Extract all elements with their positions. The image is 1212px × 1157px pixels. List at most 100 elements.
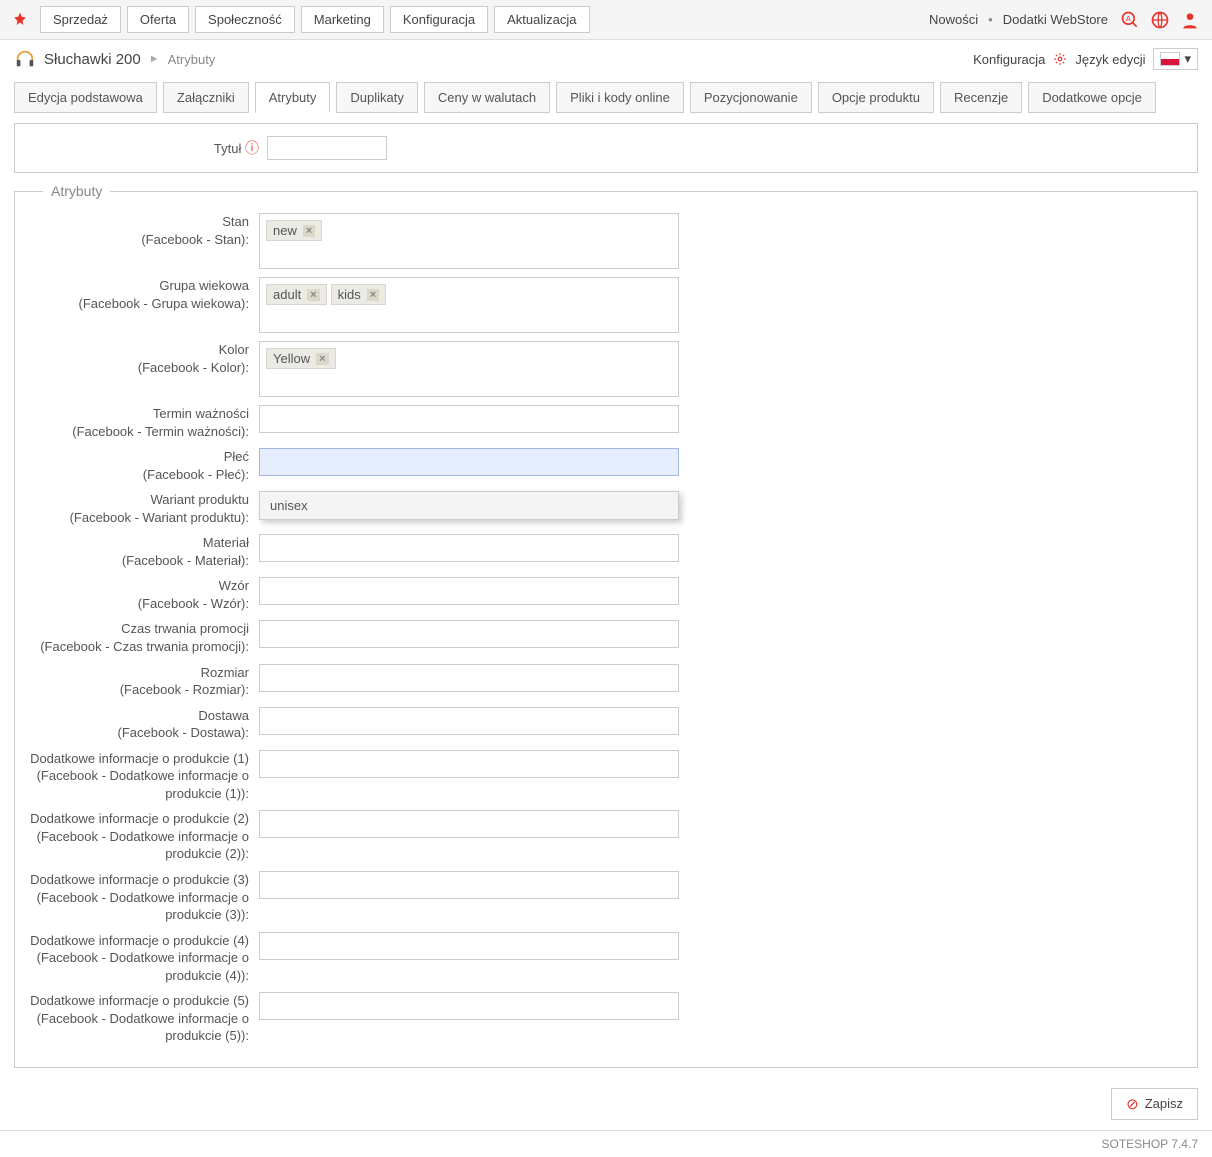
attr-row: Grupa wiekowa(Facebook - Grupa wiekowa):…: [29, 277, 1183, 333]
version-text: SOTESHOP 7.4.7: [0, 1131, 1212, 1157]
text-input[interactable]: [259, 932, 679, 960]
attr-row: Płeć(Facebook - Płeć):: [29, 448, 1183, 483]
gear-icon[interactable]: [1053, 52, 1067, 66]
title-label: Tytuł ⓘ: [29, 138, 259, 158]
text-input[interactable]: [259, 992, 679, 1020]
tag: adult×: [266, 284, 327, 305]
attr-row: Kolor(Facebook - Kolor): Yellow×: [29, 341, 1183, 397]
tab-zalaczniki[interactable]: Załączniki: [163, 82, 249, 113]
link-nowosci[interactable]: Nowości: [929, 12, 978, 27]
attr-row: Wzór(Facebook - Wzór):: [29, 577, 1183, 612]
attr-label: Kolor(Facebook - Kolor):: [29, 341, 259, 376]
menu-marketing[interactable]: Marketing: [301, 6, 384, 33]
menu-sprzedaz[interactable]: Sprzedaż: [40, 6, 121, 33]
attr-label: Płeć(Facebook - Płeć):: [29, 448, 259, 483]
tab-duplikaty[interactable]: Duplikaty: [336, 82, 417, 113]
tag-remove-icon[interactable]: ×: [367, 289, 379, 301]
flag-pl-icon: [1160, 52, 1180, 66]
topbar-right: Nowości • Dodatki WebStore A: [929, 8, 1202, 32]
tab-atrybuty[interactable]: Atrybuty: [255, 82, 331, 113]
tag-remove-icon[interactable]: ×: [316, 353, 328, 365]
text-input[interactable]: [259, 707, 679, 735]
tab-opcje-produktu[interactable]: Opcje produktu: [818, 82, 934, 113]
menu-konfiguracja[interactable]: Konfiguracja: [390, 6, 488, 33]
tag-input[interactable]: new×: [259, 213, 679, 269]
plec-input[interactable]: [259, 448, 679, 476]
attr-row: Stan(Facebook - Stan): new×: [29, 213, 1183, 269]
search-zoom-icon[interactable]: A: [1118, 8, 1142, 32]
attr-row: Dodatkowe informacje o produkcie (5)(Fac…: [29, 992, 1183, 1045]
tab-pliki-kody[interactable]: Pliki i kody online: [556, 82, 684, 113]
attr-row: Termin ważności(Facebook - Termin ważnoś…: [29, 405, 1183, 440]
fieldset-legend: Atrybuty: [43, 183, 110, 199]
breadcrumb-chevron-icon: ►: [149, 53, 160, 65]
save-label: Zapisz: [1145, 1096, 1183, 1111]
tag: Yellow×: [266, 348, 336, 369]
attr-label: Wariant produktu(Facebook - Wariant prod…: [29, 491, 259, 526]
attr-label: Czas trwania promocji(Facebook - Czas tr…: [29, 620, 259, 655]
info-icon[interactable]: ⓘ: [245, 140, 259, 156]
attr-row: Dodatkowe informacje o produkcie (4)(Fac…: [29, 932, 1183, 985]
text-input[interactable]: [259, 871, 679, 899]
text-input[interactable]: [259, 577, 679, 605]
attr-label: Dodatkowe informacje o produkcie (2)(Fac…: [29, 810, 259, 863]
tag: kids×: [331, 284, 387, 305]
user-icon[interactable]: [1178, 8, 1202, 32]
attr-row: Czas trwania promocji(Facebook - Czas tr…: [29, 620, 1183, 655]
attr-row: Materiał(Facebook - Materiał):: [29, 534, 1183, 569]
tag-input[interactable]: Yellow×: [259, 341, 679, 397]
link-webstore[interactable]: Dodatki WebStore: [1003, 12, 1108, 27]
menu-spolecznosc[interactable]: Społeczność: [195, 6, 295, 33]
attr-row: Dodatkowe informacje o produkcie (1)(Fac…: [29, 750, 1183, 803]
logo-icon: [10, 10, 30, 30]
lang-label: Język edycji: [1075, 52, 1145, 67]
check-icon: ⊘: [1126, 1095, 1139, 1113]
save-button[interactable]: ⊘ Zapisz: [1111, 1088, 1198, 1120]
title-input[interactable]: [267, 136, 387, 160]
attr-label: Dodatkowe informacje o produkcie (1)(Fac…: [29, 750, 259, 803]
text-input[interactable]: [259, 620, 679, 648]
language-dropdown[interactable]: ▾: [1153, 48, 1198, 70]
attr-label: Rozmiar(Facebook - Rozmiar):: [29, 664, 259, 699]
tag: new×: [266, 220, 322, 241]
svg-text:A: A: [1126, 13, 1131, 22]
dropdown-option[interactable]: unisex: [260, 492, 678, 519]
attr-label: Grupa wiekowa(Facebook - Grupa wiekowa):: [29, 277, 259, 312]
footer-bar: ⊘ Zapisz: [0, 1078, 1212, 1130]
attr-label: Dodatkowe informacje o produkcie (5)(Fac…: [29, 992, 259, 1045]
tab-dodatkowe-opcje[interactable]: Dodatkowe opcje: [1028, 82, 1156, 113]
tabs: Edycja podstawowa Załączniki Atrybuty Du…: [0, 78, 1212, 113]
menu-oferta[interactable]: Oferta: [127, 6, 189, 33]
attr-row: Dostawa(Facebook - Dostawa):: [29, 707, 1183, 742]
tab-edycja-podstawowa[interactable]: Edycja podstawowa: [14, 82, 157, 113]
config-link[interactable]: Konfiguracja: [973, 52, 1045, 67]
attributes-fieldset: Atrybuty Stan(Facebook - Stan): new× Grupa…: [14, 183, 1198, 1068]
attr-label: Wzór(Facebook - Wzór):: [29, 577, 259, 612]
breadcrumb-sub: Atrybuty: [168, 52, 216, 67]
attr-row: Dodatkowe informacje o produkcie (3)(Fac…: [29, 871, 1183, 924]
text-input[interactable]: [259, 534, 679, 562]
tab-recenzje[interactable]: Recenzje: [940, 82, 1022, 113]
text-input[interactable]: [259, 664, 679, 692]
attr-row: Wariant produktu(Facebook - Wariant prod…: [29, 491, 1183, 526]
globe-icon[interactable]: [1148, 8, 1172, 32]
attr-label: Dodatkowe informacje o produkcie (3)(Fac…: [29, 871, 259, 924]
attr-label: Termin ważności(Facebook - Termin ważnoś…: [29, 405, 259, 440]
separator-dot: •: [988, 12, 993, 27]
tag-remove-icon[interactable]: ×: [307, 289, 319, 301]
text-input[interactable]: [259, 405, 679, 433]
tag-remove-icon[interactable]: ×: [303, 225, 315, 237]
attr-label: Stan(Facebook - Stan):: [29, 213, 259, 248]
top-menu: Sprzedaż Oferta Społeczność Marketing Ko…: [40, 6, 929, 33]
tag-input[interactable]: adult×kids×: [259, 277, 679, 333]
text-input[interactable]: [259, 810, 679, 838]
topbar: Sprzedaż Oferta Społeczność Marketing Ko…: [0, 0, 1212, 40]
attr-row: Rozmiar(Facebook - Rozmiar):: [29, 664, 1183, 699]
text-input[interactable]: [259, 750, 679, 778]
tab-ceny-walutach[interactable]: Ceny w walutach: [424, 82, 550, 113]
tab-pozycjonowanie[interactable]: Pozycjonowanie: [690, 82, 812, 113]
breadcrumb-bar: Słuchawki 200 ► Atrybuty Konfiguracja Ję…: [0, 40, 1212, 78]
menu-aktualizacja[interactable]: Aktualizacja: [494, 6, 589, 33]
attr-label: Materiał(Facebook - Materiał):: [29, 534, 259, 569]
attr-label: Dodatkowe informacje o produkcie (4)(Fac…: [29, 932, 259, 985]
